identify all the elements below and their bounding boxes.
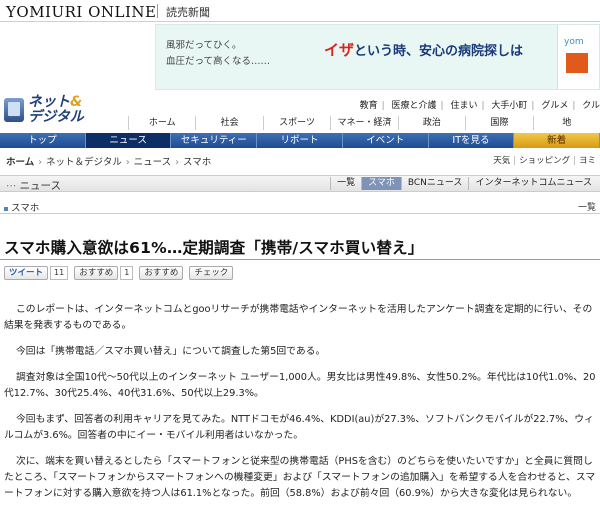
global-nav-item[interactable]: 国際 xyxy=(465,116,532,130)
square-bullet-icon xyxy=(4,206,8,211)
banner-main-text: という時、安心の病院探しは xyxy=(354,44,524,59)
banner-headline: イザという時、安心の病院探しは xyxy=(324,39,523,60)
sub-bar-title: スマホ xyxy=(4,200,39,214)
util-link-shopping[interactable]: ショッピング xyxy=(519,156,570,166)
tweet-count: 11 xyxy=(50,266,69,280)
dots-icon: ⋯ xyxy=(6,180,16,192)
check-button[interactable]: チェック xyxy=(189,266,234,280)
sub-bar-title-text: スマホ xyxy=(11,203,40,214)
section-title-part2: デジタル xyxy=(28,109,84,125)
global-nav-item[interactable]: スポーツ xyxy=(262,116,330,130)
category-link[interactable]: 医療と介護 xyxy=(392,101,437,111)
news-bar-title-text: ニュース xyxy=(19,180,61,192)
breadcrumb-item[interactable]: ネット＆デジタル xyxy=(46,157,122,168)
news-tab-internetcom[interactable]: インターネットコムニュース xyxy=(468,177,598,190)
chevron-right-icon: › xyxy=(125,157,130,168)
global-nav-item[interactable]: 地 xyxy=(532,116,600,130)
category-link[interactable]: 住まい xyxy=(450,101,477,111)
section-nav: トップ ニュース セキュリティー リポート イベント ITを見る 新着 xyxy=(0,133,600,148)
tweet-button[interactable]: ツイート xyxy=(4,266,49,280)
nav-tab-security[interactable]: セキュリティー xyxy=(171,133,258,148)
news-tab-list[interactable]: 一覧 xyxy=(330,177,361,190)
chevron-right-icon: › xyxy=(175,157,179,168)
global-nav-item[interactable]: マネー・経済 xyxy=(330,116,397,130)
news-bar-title: ⋯ ニュース xyxy=(6,178,61,193)
article-paragraph: このレポートは、インターネットコムとgooリサーチが携帯電話やインターネットを活… xyxy=(4,304,593,331)
section-header: ネット& デジタル 教育 | 医療と介護 | 住まい | 大手小町 | グルメ | クル … xyxy=(0,94,600,132)
category-link[interactable]: 教育 xyxy=(360,101,378,111)
article-body: このレポートは、インターネットコムとgooリサーチが携帯電話やインターネットを活… xyxy=(4,302,596,512)
chevron-right-icon: › xyxy=(38,157,43,168)
global-nav-item[interactable]: 政治 xyxy=(397,116,465,130)
newspaper-name[interactable]: 読売新聞 xyxy=(166,4,210,20)
banner-line-1: 風邪だってひく。 xyxy=(166,40,242,51)
category-links: 教育 | 医療と介護 | 住まい | 大手小町 | グルメ | クル xyxy=(359,101,600,111)
social-buttons: ツイート 11 おすすめ 1 おすすめ チェック xyxy=(4,266,234,280)
banner-side-text: yom xyxy=(564,37,584,47)
headline-divider xyxy=(0,259,600,260)
banner-tagline: 風邪だってひく。 血圧だって高くなる…… xyxy=(166,38,270,70)
breadcrumb-item[interactable]: ニュース xyxy=(134,157,172,168)
nav-tab-event[interactable]: イベント xyxy=(343,133,429,148)
global-nav-item[interactable]: ホーム xyxy=(128,116,195,130)
category-link[interactable]: グルメ xyxy=(541,101,568,111)
news-section-bar: ⋯ ニュース 一覧 スマホ BCNニュース インターネットコムニュース xyxy=(0,175,600,192)
banner-side-ad[interactable]: yom xyxy=(557,25,599,89)
ad-banner[interactable]: 風邪だってひく。 血圧だって高くなる…… イザという時、安心の病院探しは yom xyxy=(155,24,600,90)
category-link[interactable]: 大手小町 xyxy=(491,101,527,111)
util-link-yomi[interactable]: ヨミ xyxy=(579,156,596,166)
site-logo[interactable]: YOMIURI ONLINE xyxy=(6,3,157,21)
logo-divider xyxy=(157,4,158,18)
news-tab-bcn[interactable]: BCNニュース xyxy=(400,177,469,190)
breadcrumb: ホーム › ネット＆デジタル › ニュース › スマホ xyxy=(6,154,211,168)
article-paragraph: 調査対象は全国10代～50代以上のインターネット ユーザー1,000人。男女比は… xyxy=(4,372,596,399)
section-title-part1: ネット xyxy=(28,94,70,110)
banner-line-2: 血圧だって高くなる…… xyxy=(166,56,271,67)
banner-side-logo-icon xyxy=(566,53,588,73)
global-nav-item[interactable]: 社会 xyxy=(195,116,262,130)
article-headline: スマホ購入意欲は61%…定期調査「携帯/スマホ買い替え」 xyxy=(4,239,424,257)
breadcrumb-home[interactable]: ホーム xyxy=(6,157,34,168)
section-title-amp: & xyxy=(70,94,83,110)
nav-tab-report[interactable]: リポート xyxy=(257,133,343,148)
nav-tab-it[interactable]: ITを見る xyxy=(429,133,515,148)
category-link[interactable]: クル xyxy=(582,101,600,111)
pda-icon xyxy=(4,98,24,122)
banner-accent: イザ xyxy=(324,41,355,59)
recommend-button[interactable]: おすすめ xyxy=(74,266,119,280)
utility-links: 天気 | ショッピング | ヨミ xyxy=(493,156,596,166)
article-paragraph: 次に、端末を買い替えるとしたら「スマートフォンと従来型の携帯電話（PHSを含む）… xyxy=(4,456,596,499)
util-link-weather[interactable]: 天気 xyxy=(493,156,510,166)
global-nav: ホーム 社会 スポーツ マネー・経済 政治 国際 地 xyxy=(128,116,600,130)
nav-tab-news[interactable]: ニュース xyxy=(85,133,172,148)
recommend-button-2[interactable]: おすすめ xyxy=(139,266,184,280)
article-paragraph: 今回もまず、回答者の利用キャリアを見てみた。NTTドコモが46.4%、KDDI(… xyxy=(4,414,594,441)
recommend-count: 1 xyxy=(120,266,134,280)
news-tabs: 一覧 スマホ BCNニュース インターネットコムニュース xyxy=(330,177,598,190)
sub-bar-list-link[interactable]: 一覧 xyxy=(578,200,596,213)
site-header: YOMIURI ONLINE 読売新聞 xyxy=(0,0,600,22)
nav-tab-top[interactable]: トップ xyxy=(0,133,86,148)
sub-section-bar: スマホ 一覧 xyxy=(0,198,600,214)
section-title[interactable]: ネット& デジタル xyxy=(28,95,84,125)
breadcrumb-current: スマホ xyxy=(183,157,212,168)
nav-tab-new[interactable]: 新着 xyxy=(514,133,600,148)
news-tab-smartphone[interactable]: スマホ xyxy=(361,177,401,190)
article-paragraph: 今回は「携帯電話／スマホ買い替え」について調査した第5回である。 xyxy=(16,346,326,357)
